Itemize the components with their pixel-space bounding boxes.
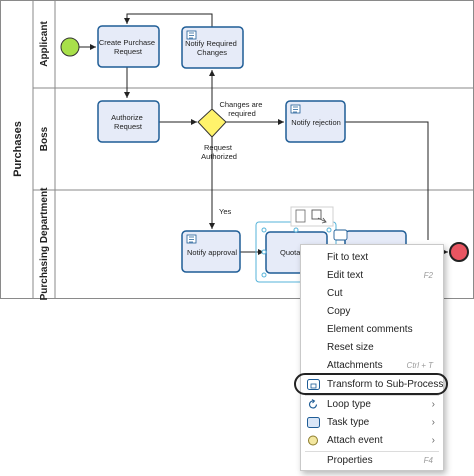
menu-item-label: Element comments	[327, 324, 413, 335]
text-annotation-icon[interactable]	[295, 209, 306, 223]
menu-item-label: Edit text	[327, 270, 364, 281]
flow-label-authorized-2: Authorized	[201, 152, 237, 161]
end-event[interactable]	[449, 242, 469, 262]
menu-item-label: Task type	[327, 417, 370, 428]
flow-label-authorized-1: Request	[204, 143, 233, 152]
menu-item-label: Copy	[327, 306, 351, 317]
submenu-arrow-icon: ›	[431, 435, 435, 446]
menu-item-fit-to-text[interactable]: Fit to text	[301, 249, 443, 266]
context-menu: Fit to text Edit text F2 Cut Copy Elemen…	[300, 244, 444, 471]
submenu-arrow-icon: ›	[431, 417, 435, 428]
quick-tools[interactable]	[290, 206, 334, 227]
menu-shortcut: F4	[423, 456, 433, 465]
sub-process-icon	[307, 379, 320, 390]
menu-item-properties[interactable]: Properties F4	[301, 452, 443, 469]
menu-item-cut[interactable]: Cut	[301, 285, 443, 302]
menu-item-reset-size[interactable]: Reset size	[301, 339, 443, 356]
task-authorize-label-2: Request	[114, 122, 143, 131]
menu-item-label: Attachments	[327, 360, 383, 371]
task-quota-label: Quota	[280, 248, 301, 257]
lane-label-applicant: Applicant	[39, 21, 50, 67]
flow-label-changes-1: Changes are	[219, 100, 262, 109]
task-authorize-request[interactable]: Authorize Request	[97, 100, 160, 143]
task-notify-required-changes[interactable]: Notify Required Changes	[181, 26, 244, 69]
task-authorize-label-1: Authorize	[111, 113, 143, 122]
submenu-arrow-icon: ›	[431, 399, 435, 410]
menu-shortcut: Ctrl + T	[406, 361, 433, 370]
lane-label-purchasing-department: Purchasing Department	[39, 187, 50, 300]
start-event[interactable]	[60, 37, 80, 57]
task-icon	[307, 417, 320, 428]
lane-label-boss: Boss	[39, 126, 50, 151]
task-notify-changes-label-2: Changes	[197, 48, 227, 57]
menu-item-label: Reset size	[327, 342, 374, 353]
task-create-label-2: Request	[114, 47, 143, 56]
menu-item-task-type[interactable]: Task type ›	[301, 414, 443, 431]
task-create-label-1: Create Purchase	[99, 38, 155, 47]
svg-text:Authorize Request: Authorize Request	[111, 113, 145, 131]
menu-item-label: Fit to text	[327, 252, 369, 263]
menu-item-loop-type[interactable]: Loop type ›	[301, 396, 443, 413]
menu-item-element-comments[interactable]: Element comments	[301, 321, 443, 338]
menu-item-attachments[interactable]: Attachments Ctrl + T	[301, 357, 443, 374]
task-create-purchase-request[interactable]: Create Purchase Request	[97, 25, 160, 68]
menu-item-label: Attach event	[327, 435, 383, 446]
task-notify-rejection-label: Notify rejection	[291, 118, 341, 127]
menu-item-copy[interactable]: Copy	[301, 303, 443, 320]
menu-item-label: Properties	[327, 455, 373, 466]
task-notify-approval-label: Notify approval	[187, 248, 237, 257]
send-message-icon	[290, 104, 301, 114]
task-shape-icon[interactable]	[333, 229, 348, 241]
flow-label-changes-2: required	[228, 109, 256, 118]
send-message-icon	[186, 234, 197, 244]
loop-icon	[308, 399, 318, 409]
menu-item-label: Transform to Sub-Process	[327, 379, 444, 390]
menu-item-label: Cut	[327, 288, 343, 299]
task-notify-approval[interactable]: Notify approval	[181, 230, 241, 273]
menu-item-edit-text[interactable]: Edit text F2	[301, 267, 443, 284]
pool-label: Purchases	[12, 121, 24, 177]
menu-item-label: Loop type	[327, 399, 371, 410]
task-notify-changes-label-1: Notify Required	[185, 39, 237, 48]
menu-item-attach-event[interactable]: Attach event ›	[301, 432, 443, 449]
svg-text:Request Authorized: Request Authorized	[201, 143, 237, 161]
flow-label-yes: Yes	[219, 207, 231, 216]
send-message-icon	[186, 30, 197, 40]
task-notify-rejection[interactable]: Notify rejection	[285, 100, 346, 143]
menu-shortcut: F2	[423, 271, 433, 280]
menu-item-transform-to-sub-process[interactable]: Transform to Sub-Process	[301, 376, 443, 393]
event-icon	[308, 435, 318, 446]
